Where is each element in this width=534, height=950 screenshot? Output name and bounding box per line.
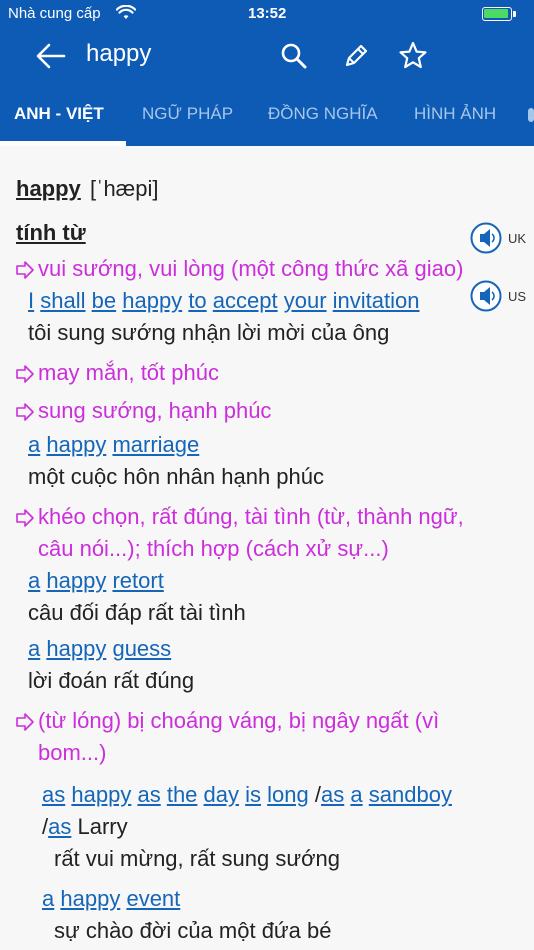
example-sentence: a happy guess [28, 636, 171, 662]
idiom-translation: rất vui mừng, rất sung sướng [54, 846, 340, 871]
example-word[interactable]: happy [122, 288, 182, 313]
sense-text: may mắn, tốt phúc [38, 360, 219, 385]
example-word[interactable]: marriage [112, 432, 199, 457]
sense-text: vui sướng, vui lòng (một công thức xã gi… [38, 256, 464, 281]
carrier-name: Nhà cung cấp [8, 5, 101, 22]
example-word[interactable]: as [321, 782, 344, 807]
battery-icon [482, 7, 516, 21]
example-word[interactable]: a [28, 432, 40, 457]
example-word[interactable]: happy [71, 782, 131, 807]
headword: happy [16, 176, 81, 201]
example-word[interactable]: a [350, 782, 362, 807]
status-bar: Nhà cung cấp 13:52 [0, 0, 534, 28]
star-icon[interactable] [397, 40, 429, 72]
example-word[interactable]: happy [46, 568, 106, 593]
sense-text: (từ lóng) bị choáng váng, bị ngây ngất (… [38, 708, 440, 733]
tab-bar: ANH - VIỆT NGỮ PHÁP ĐỒNG NGHĨA HÌNH ẢNH [0, 84, 534, 146]
speaker-us-icon[interactable] [470, 280, 502, 312]
example-translation: câu đối đáp rất tài tình [28, 600, 246, 625]
example-translation: tôi sung sướng nhận lời mời của ông [28, 320, 390, 345]
example-word[interactable]: be [92, 288, 116, 313]
arrow-bullet-icon [15, 364, 35, 384]
arrow-bullet-icon [15, 402, 35, 422]
example-word[interactable]: a [28, 568, 40, 593]
nav-bar: happy [0, 28, 534, 84]
example-word[interactable]: accept [213, 288, 278, 313]
sense-text: câu nói...); thích hợp (cách xử sự...) [38, 536, 389, 561]
example-word[interactable]: a [28, 636, 40, 661]
example-sentence: a happy retort [28, 568, 164, 594]
wifi-icon [115, 4, 137, 25]
arrow-bullet-icon [15, 260, 35, 280]
speaker-us-label: US [508, 289, 527, 304]
idiom-phrase-cont: /as Larry [42, 814, 128, 840]
example-sentence: I shall be happy to accept your invitati… [28, 288, 420, 314]
example-word[interactable]: shall [40, 288, 85, 313]
example-word[interactable]: to [188, 288, 206, 313]
example-sentence: a happy marriage [28, 432, 199, 458]
example-word[interactable]: long [267, 782, 309, 807]
example-translation: lời đoán rất đúng [28, 668, 195, 693]
part-of-speech: tính từ [16, 220, 86, 245]
idiom-translation: sự chào đời của một đứa bé [54, 918, 332, 943]
example-word[interactable]: I [28, 288, 34, 313]
example-word[interactable]: as [137, 782, 160, 807]
back-arrow-icon[interactable] [34, 40, 68, 72]
example-word[interactable]: as [48, 814, 71, 839]
example-word[interactable]: sandboy [369, 782, 452, 807]
example-word[interactable]: as [42, 782, 65, 807]
example-word: Larry [77, 814, 128, 839]
example-word[interactable]: guess [112, 636, 171, 661]
tab-ngu-phap[interactable]: NGỮ PHÁP [142, 104, 233, 124]
example-word[interactable]: invitation [333, 288, 420, 313]
example-word[interactable]: event [126, 886, 180, 911]
example-word[interactable]: happy [60, 886, 120, 911]
tab-anh-viet[interactable]: ANH - VIỆT [14, 104, 104, 124]
tab-scroll-indicator [528, 108, 534, 122]
pencil-icon[interactable] [340, 40, 372, 72]
sense-text: sung sướng, hạnh phúc [38, 398, 272, 423]
tab-dong-nghia[interactable]: ĐỒNG NGHĨA [268, 104, 378, 124]
tab-hinh-anh[interactable]: HÌNH ẢNH [414, 104, 496, 124]
arrow-bullet-icon [15, 712, 35, 732]
speaker-uk-icon[interactable] [470, 222, 502, 254]
example-word[interactable]: your [284, 288, 327, 313]
speaker-uk-label: UK [508, 231, 527, 246]
example-word[interactable]: is [245, 782, 261, 807]
sense-text: khéo chọn, rất đúng, tài tình (từ, thành… [38, 504, 464, 529]
example-word[interactable]: the [167, 782, 198, 807]
definition-content: happy [ˈhæpi] tính từ UK US vui sướng, v… [0, 146, 534, 950]
example-word[interactable]: happy [46, 636, 106, 661]
search-term: happy [86, 40, 152, 67]
search-icon[interactable] [278, 40, 310, 72]
example-word[interactable]: happy [46, 432, 106, 457]
sense-text: bom...) [38, 740, 107, 765]
example-word[interactable]: retort [112, 568, 163, 593]
example-word[interactable]: a [42, 886, 54, 911]
phonetic: [ˈhæpi] [90, 176, 159, 201]
status-time: 13:52 [248, 5, 287, 22]
arrow-bullet-icon [15, 508, 35, 528]
example-word[interactable]: day [204, 782, 239, 807]
idiom-phrase: as happy as the day is long /as a sandbo… [42, 782, 452, 808]
idiom-phrase: a happy event [42, 886, 180, 912]
example-translation: một cuộc hôn nhân hạnh phúc [28, 464, 325, 489]
